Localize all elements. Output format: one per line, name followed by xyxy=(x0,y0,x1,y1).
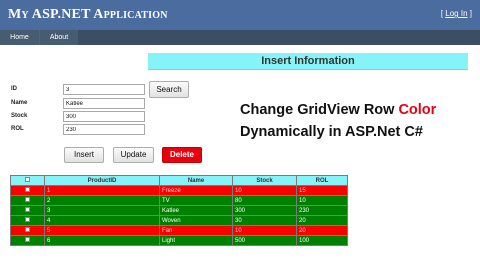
stock-label: Stock xyxy=(11,113,28,119)
row-select-cell[interactable] xyxy=(10,225,45,236)
table-row[interactable]: 3 Katlee 300 230 xyxy=(10,205,348,216)
cell-productid: 3 xyxy=(44,205,160,216)
row-checkbox[interactable] xyxy=(25,187,30,193)
cell-name: Freeze xyxy=(159,185,233,196)
cell-productid: 5 xyxy=(44,225,160,236)
nav-menu: Home About xyxy=(0,30,480,45)
id-label: ID xyxy=(11,86,17,92)
menu-item-home[interactable]: Home xyxy=(0,30,40,45)
cell-stock: 10 xyxy=(232,225,297,236)
row-select-cell[interactable] xyxy=(10,195,45,206)
table-row[interactable]: 6 Light 500 100 xyxy=(10,235,348,246)
promo-line-1-text: Change GridView Row xyxy=(240,102,399,118)
cell-stock: 30 xyxy=(232,215,297,226)
login-bracket-close: ] xyxy=(469,9,472,18)
cell-name: Katlee xyxy=(159,205,233,216)
delete-button[interactable]: Delete xyxy=(162,147,202,163)
select-all-checkbox[interactable] xyxy=(25,177,30,183)
select-all-header[interactable] xyxy=(10,175,45,186)
menu-item-about[interactable]: About xyxy=(40,30,78,45)
cell-name: TV xyxy=(159,195,233,206)
promo-line-2: Dynamically in ASP.Net C# xyxy=(240,124,423,140)
app-title: My ASP.NET Application xyxy=(8,7,168,22)
cell-stock: 300 xyxy=(232,205,297,216)
cell-rol: 230 xyxy=(296,205,348,216)
table-row[interactable]: 1 Freeze 10 15 xyxy=(10,185,348,196)
name-input[interactable] xyxy=(63,98,145,109)
products-gridview: ProductID Name Stock ROL 1 Freeze 10 15 … xyxy=(10,175,348,246)
row-select-cell[interactable] xyxy=(10,235,45,246)
column-header-rol: ROL xyxy=(296,175,348,186)
table-row[interactable]: 2 TV 80 10 xyxy=(10,195,348,206)
column-header-productid: ProductID xyxy=(44,175,160,186)
cell-rol: 20 xyxy=(296,215,348,226)
cell-rol: 10 xyxy=(296,195,348,206)
row-checkbox[interactable] xyxy=(25,227,30,233)
promo-line-1: Change GridView Row Color xyxy=(240,102,436,118)
cell-productid: 6 xyxy=(44,235,160,246)
form-heading-banner: Insert Information xyxy=(148,53,468,70)
cell-stock: 80 xyxy=(232,195,297,206)
id-input[interactable] xyxy=(63,84,145,95)
name-label: Name xyxy=(11,100,28,106)
row-select-cell[interactable] xyxy=(10,215,45,226)
stock-input[interactable] xyxy=(63,111,145,122)
row-checkbox[interactable] xyxy=(25,217,30,223)
cell-rol: 100 xyxy=(296,235,348,246)
login-area: [ Log In ] xyxy=(441,9,472,18)
row-select-cell[interactable] xyxy=(10,185,45,196)
login-bracket-open: [ xyxy=(440,9,444,18)
cell-name: Fan xyxy=(159,225,233,236)
cell-stock: 500 xyxy=(232,235,297,246)
cell-productid: 1 xyxy=(44,185,160,196)
cell-productid: 4 xyxy=(44,215,160,226)
grid-header-row: ProductID Name Stock ROL xyxy=(10,175,348,186)
rol-input[interactable] xyxy=(63,124,145,135)
table-row[interactable]: 5 Fan 10 20 xyxy=(10,225,348,236)
cell-name: Light xyxy=(159,235,233,246)
row-checkbox[interactable] xyxy=(25,207,30,213)
cell-rol: 15 xyxy=(296,185,348,196)
cell-rol: 20 xyxy=(296,225,348,236)
column-header-stock: Stock xyxy=(232,175,297,186)
login-link[interactable]: Log In xyxy=(445,9,467,18)
rol-label: ROL xyxy=(11,126,24,132)
title-bar: My ASP.NET Application [ Log In ] xyxy=(0,0,480,30)
row-select-cell[interactable] xyxy=(10,205,45,216)
cell-stock: 10 xyxy=(232,185,297,196)
row-checkbox[interactable] xyxy=(25,197,30,203)
insert-button[interactable]: Insert xyxy=(64,147,104,163)
table-row[interactable]: 4 Woven 30 20 xyxy=(10,215,348,226)
row-checkbox[interactable] xyxy=(25,237,30,243)
cell-productid: 2 xyxy=(44,195,160,206)
promo-color-word: Color xyxy=(398,102,437,118)
column-header-name: Name xyxy=(159,175,233,186)
form-heading: Insert Information xyxy=(261,55,355,67)
search-button[interactable]: Search xyxy=(149,81,189,98)
cell-name: Woven xyxy=(159,215,233,226)
main-content: Insert Information ID Name Stock ROL Sea… xyxy=(0,45,480,270)
update-button[interactable]: Update xyxy=(113,147,154,163)
